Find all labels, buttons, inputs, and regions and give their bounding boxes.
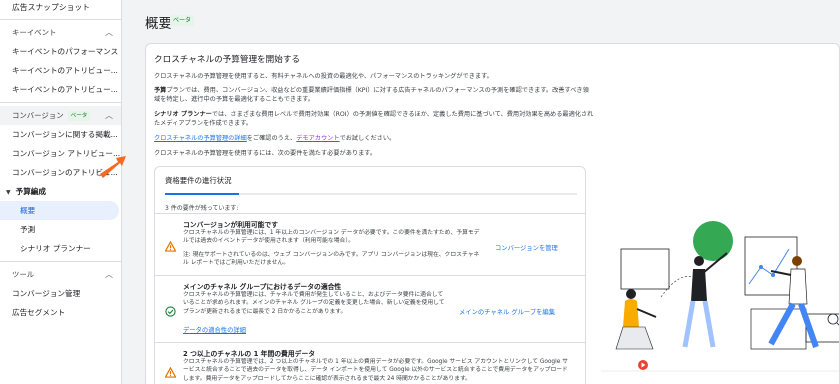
sidebar-section-key-events[interactable]: キーイベント ︿ xyxy=(0,23,121,42)
chevron-up-icon: ︿ xyxy=(105,28,113,37)
plan-text: プランでは、費用、コンバージョン、収益などの重要業績評価指標（KPI）に対する広… xyxy=(154,87,589,103)
links-mid-text: をご確認のうえ、 xyxy=(246,135,297,142)
progress-fill xyxy=(165,193,240,195)
caret-down-icon: ▼ xyxy=(6,189,11,196)
eligibility-panel: 資格要件の進行状況 3 件の要件が残っています: コンバージョンが利用可能です … xyxy=(154,166,586,384)
warning-icon xyxy=(165,241,176,252)
edit-main-channel-group-button[interactable]: メインのチャネル グループを編集 xyxy=(459,307,555,316)
demo-account-link[interactable]: デモアカウント xyxy=(296,135,339,142)
sidebar-item-key-event-attribution-1[interactable]: キーイベントのアトリビュー... xyxy=(0,61,121,80)
sidebar-item-ads-snapshot[interactable]: 広告スナップショット xyxy=(0,0,121,16)
main-content: 概要 ベータ クロスチャネルの予算管理を開始する クロスチャネルの予算管理を使用… xyxy=(123,0,840,384)
sidebar-item-conversion-management[interactable]: コンバージョン管理 xyxy=(0,284,121,303)
setup-card: クロスチャネルの予算管理を開始する クロスチャネルの予算管理を使用すると、有料チ… xyxy=(145,43,840,384)
requirement-title: メインのチャネル グループにおけるデータの適合性 xyxy=(183,283,342,291)
requirement-body: クロスチャネルの予算管理では、2 つ以上のチャネルでの 1 年以上の費用データが… xyxy=(183,359,568,382)
sidebar-item-ad-segments[interactable]: 広告セグメント xyxy=(0,303,121,322)
sidebar-divider xyxy=(0,102,121,103)
sidebar-item-key-event-attribution-2[interactable]: キーイベントのアトリビュー... xyxy=(0,80,121,99)
manage-conversions-button[interactable]: コンバージョンを管理 xyxy=(495,243,558,252)
requirement-line: クロスチャネルの予算管理を使用するには、次の要件を満たす必要があります。 xyxy=(154,150,377,157)
card-title: クロスチャネルの予算管理を開始する xyxy=(154,55,301,65)
sidebar: 広告スナップショット キーイベント ︿ キーイベントのパフォーマンス キーイベン… xyxy=(0,0,122,384)
divider xyxy=(155,342,585,343)
sidebar-divider xyxy=(0,261,121,262)
sidebar-section-tools[interactable]: ツール ︿ xyxy=(0,265,121,284)
section-label: コンバージョン xyxy=(12,111,64,120)
scenario-text: では、さまざまな費用レベルで費用対効果（ROI）の予測値を確認できるほか、定義し… xyxy=(154,111,594,127)
requirement-note: 注: 現在サポートされているのは、ウェブ コンバージョンのみです。アプリ コンバ… xyxy=(183,252,480,267)
requirement-body: クロスチャネルの予算管理には、1 年以上のコンバージョン データが必要です。この… xyxy=(183,230,480,245)
budget-planning-illustration xyxy=(601,221,839,372)
links-end-text: でお試しください。 xyxy=(339,135,396,142)
intro-text: クロスチャネルの予算管理を使用すると、有料チャネルへの投資の最適化や、パフォーマ… xyxy=(154,73,493,80)
sidebar-item-key-event-performance[interactable]: キーイベントのパフォーマンス xyxy=(0,42,121,61)
details-link[interactable]: クロスチャネルの予算管理の詳細 xyxy=(154,135,247,142)
section-label: ツール xyxy=(12,270,35,279)
page-title: 概要 xyxy=(145,16,172,32)
eligibility-progress xyxy=(165,193,577,195)
plan-description: 予算プランでは、費用、コンバージョン、収益などの重要業績評価指標（KPI）に対す… xyxy=(154,86,594,104)
divider xyxy=(155,275,585,276)
links-line: クロスチャネルの予算管理の詳細をご確認のうえ、デモアカウントでお試しください。 xyxy=(154,134,594,143)
check-circle-icon xyxy=(165,306,176,317)
data-fit-details-link[interactable]: データの適合性の詳細 xyxy=(183,325,246,334)
beta-badge: ベータ xyxy=(67,111,91,121)
group-label: 予算編成 xyxy=(15,187,46,196)
scenario-description: シナリオ プランナーでは、さまざまな費用レベルで費用対効果（ROI）の予測値を確… xyxy=(154,110,594,128)
sidebar-group-budgeting[interactable]: ▼ 予算編成 xyxy=(0,182,121,201)
sidebar-divider xyxy=(0,19,121,20)
eligibility-title: 資格要件の進行状況 xyxy=(165,176,232,185)
chevron-up-icon: ︿ xyxy=(105,111,113,120)
requirement-body: クロスチャネルの予算管理には、チャネルで費用が発生していること、およびデータ要件… xyxy=(183,292,445,315)
chevron-up-icon: ︿ xyxy=(105,270,113,279)
scenario-term: シナリオ プランナー xyxy=(154,111,212,118)
remaining-count: 3 件の要件が残っています: xyxy=(165,205,239,212)
section-label: キーイベント xyxy=(12,28,57,37)
sidebar-item-conversion-placements[interactable]: コンバージョンに関する掲載... xyxy=(0,125,121,144)
sidebar-item-overview[interactable]: 概要 xyxy=(0,201,119,220)
sidebar-item-forecast[interactable]: 予測 xyxy=(0,220,121,239)
sidebar-item-scenario-planner[interactable]: シナリオ プランナー xyxy=(0,239,121,258)
warning-icon xyxy=(165,367,176,378)
beta-badge: ベータ xyxy=(170,15,195,26)
divider xyxy=(155,213,585,214)
plan-term: 予算 xyxy=(154,87,167,94)
requirement-title: コンバージョンが利用可能です xyxy=(183,221,279,229)
requirement-title: 2 つ以上のチャネルの 1 年間の費用データ xyxy=(183,350,316,358)
sidebar-section-conversions[interactable]: コンバージョン ベータ ︿ xyxy=(0,106,121,125)
